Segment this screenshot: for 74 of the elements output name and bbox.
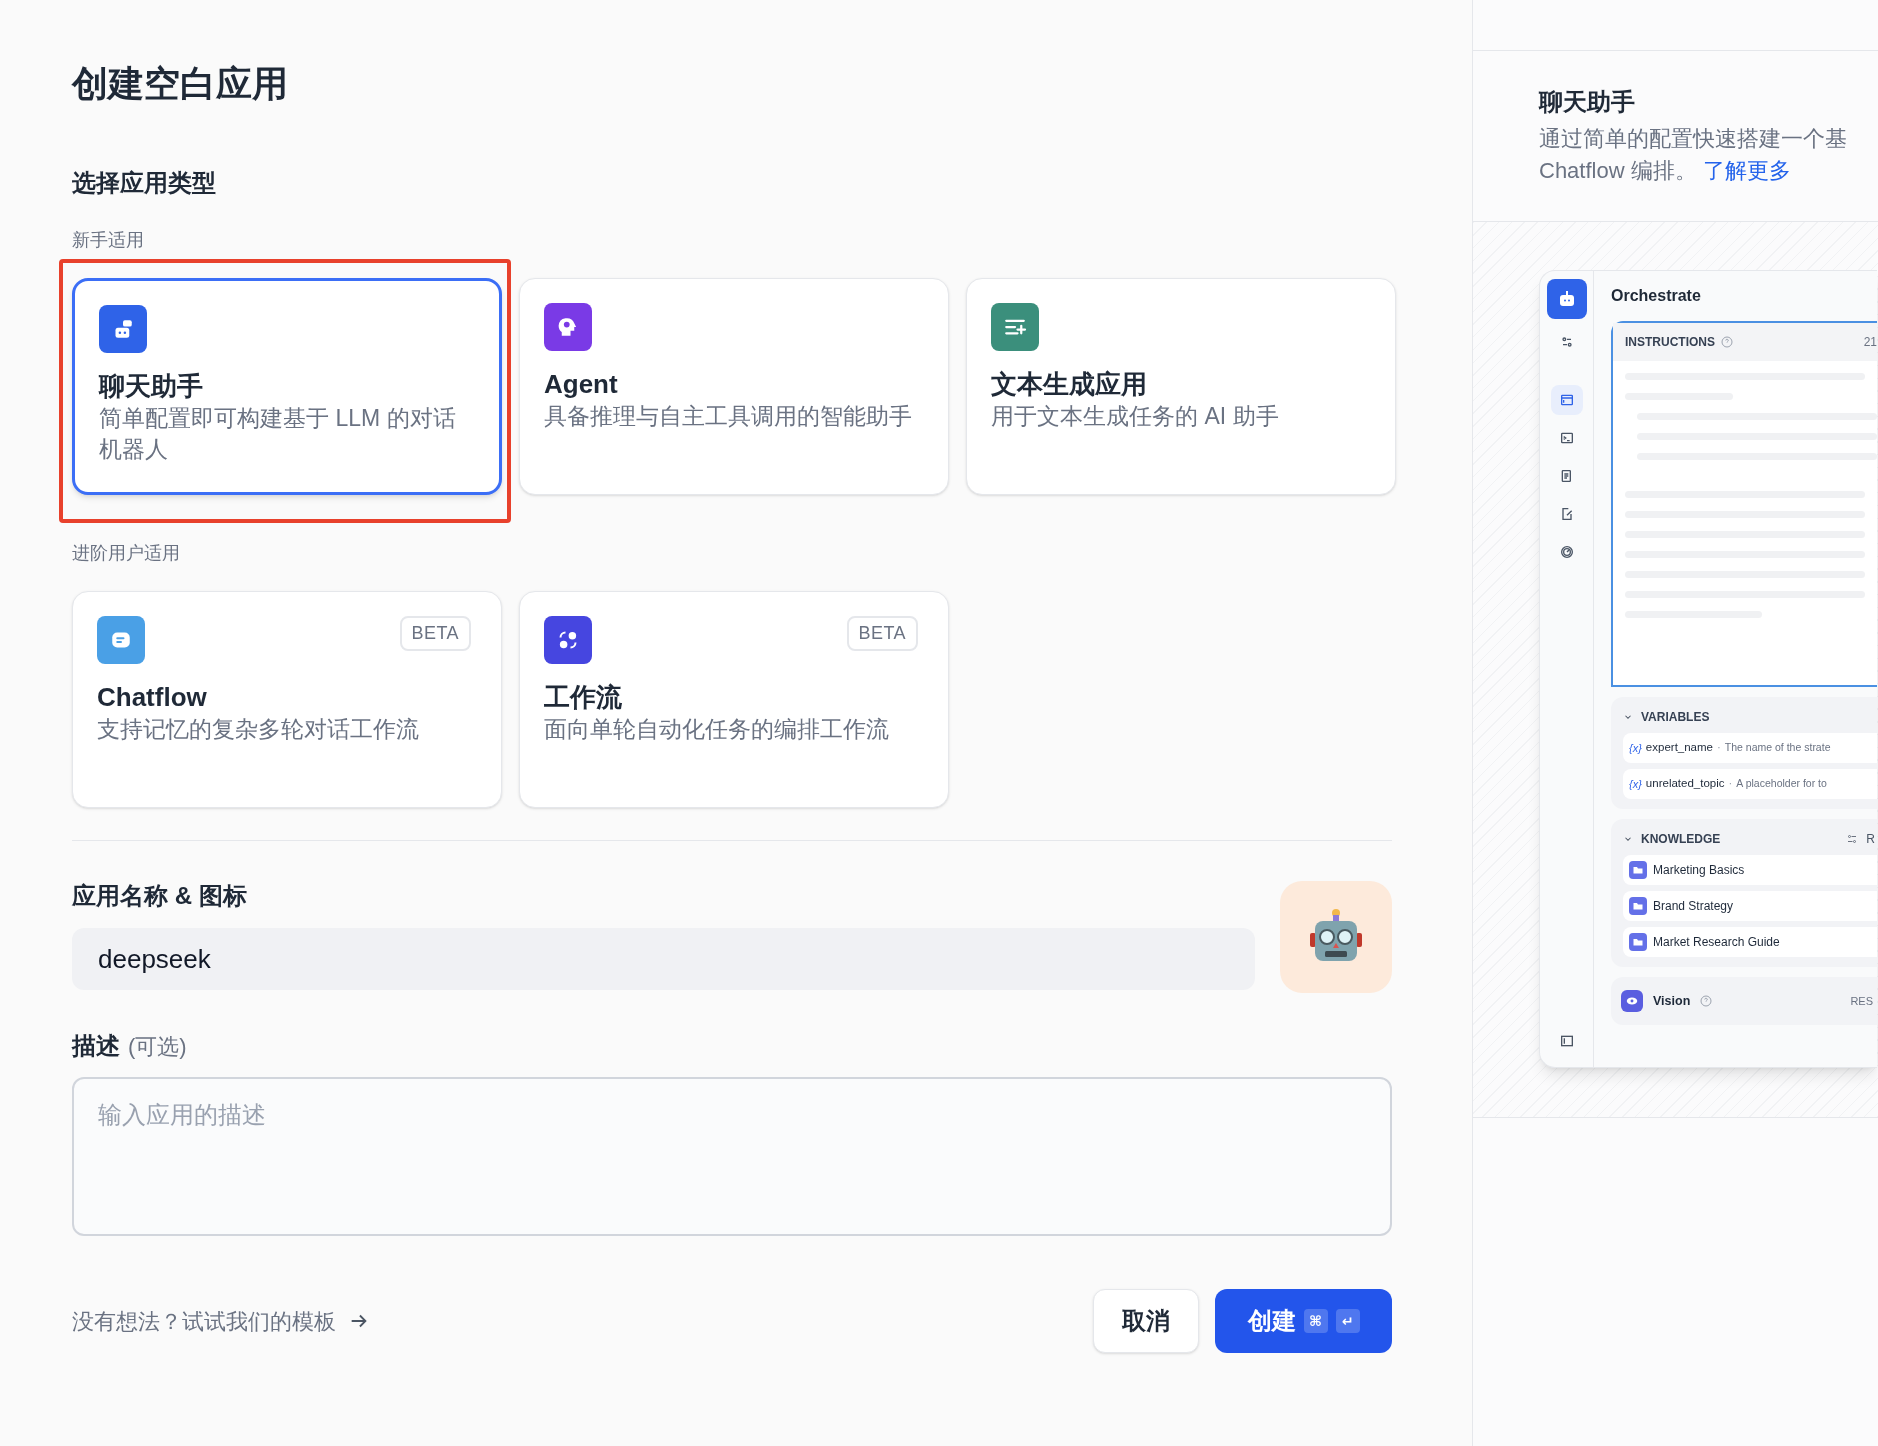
card-title: Agent — [544, 368, 619, 401]
variable-row[interactable]: {x} unrelated_topic · A placeholder for to — [1623, 769, 1877, 799]
app-logo-icon — [1546, 279, 1587, 319]
card-title: 聊天助手 — [99, 370, 204, 403]
instructions-label: INSTRUCTIONS — [1625, 334, 1715, 351]
variable-icon: {x} — [1629, 775, 1642, 793]
page-title: 创建空白应用 — [72, 62, 289, 106]
variables-label: VARIABLES — [1641, 709, 1710, 726]
folder-icon — [1629, 897, 1647, 915]
field-label: 应用名称 & 图标 — [72, 881, 248, 911]
card-title: 工作流 — [544, 681, 623, 714]
app-type-card[interactable]: BETA Chatflow 支持记忆的复杂多轮对话工作流 — [72, 591, 502, 808]
folder-icon — [1629, 861, 1647, 879]
app-type-card[interactable]: 文本生成应用 用于文本生成任务的 AI 助手 — [966, 278, 1396, 495]
variable-row[interactable]: {x} expert_name · The name of the strate — [1623, 733, 1877, 763]
template-link[interactable]: 没有想法？试试我们的模板 — [72, 1304, 370, 1338]
app-type-icon — [544, 303, 592, 351]
card-description: 具备推理与自主工具调用的智能助手 — [544, 402, 913, 431]
card-title: Chatflow — [97, 681, 208, 714]
variable-description: A placeholder for to — [1736, 776, 1827, 792]
resolution-label: RES — [1850, 993, 1874, 1009]
dataset-name: Brand Strategy — [1653, 898, 1734, 915]
folder-icon — [1629, 933, 1647, 951]
dataset-name: Market Research Guide — [1653, 934, 1780, 951]
optional-hint: (可选) — [128, 1033, 187, 1061]
card-description: 简单配置即可构建基于 LLM 的对话机器人 — [99, 404, 457, 464]
separator-dot: · — [1717, 740, 1721, 756]
variable-icon: {x} — [1629, 739, 1642, 757]
shortcut-key: ⌘ — [1303, 1309, 1328, 1333]
vision-label: Vision — [1653, 992, 1691, 1010]
character-count: 21 — [1863, 334, 1877, 351]
app-type-icon — [544, 616, 592, 664]
preview-title: 聊天助手 — [1539, 87, 1636, 117]
card-title: 文本生成应用 — [991, 368, 1148, 401]
knowledge-row[interactable]: Marketing Basics — [1623, 855, 1877, 885]
variable-name: expert_name — [1645, 740, 1713, 756]
settings-icon[interactable] — [1846, 833, 1859, 845]
app-type-icon — [99, 305, 147, 353]
beta-badge: BETA — [399, 616, 471, 651]
learn-more-link[interactable]: 了解更多 — [1702, 158, 1791, 183]
card-description: 支持记忆的复杂多轮对话工作流 — [97, 715, 420, 744]
app-type-icon — [97, 616, 145, 664]
card-description: 用于文本生成任务的 AI 助手 — [991, 402, 1280, 431]
create-button[interactable]: 创建 ⌘ ↵ — [1215, 1289, 1392, 1353]
dataset-name: Marketing Basics — [1653, 862, 1745, 879]
help-icon — [1721, 336, 1733, 348]
variable-description: The name of the strate — [1724, 740, 1831, 756]
variable-name: unrelated_topic — [1645, 776, 1725, 792]
preview-description: 通过简单的配置快速搭建一个基 Chatflow 编排。 了解更多 — [1539, 125, 1848, 185]
group-label: 进阶用户适用 — [72, 542, 181, 565]
section-heading: 选择应用类型 — [72, 168, 217, 198]
shortcut-key: ↵ — [1335, 1309, 1360, 1333]
app-icon-button[interactable] — [1280, 881, 1392, 993]
app-type-card[interactable]: 聊天助手 简单配置即可构建基于 LLM 的对话机器人 — [72, 278, 502, 495]
group-label: 新手适用 — [72, 229, 145, 252]
app-type-icon — [991, 303, 1039, 351]
help-icon — [1700, 995, 1713, 1007]
eye-icon — [1621, 990, 1643, 1012]
app-name-input[interactable]: deepseek — [72, 928, 1255, 990]
knowledge-label: KNOWLEDGE — [1641, 831, 1721, 848]
separator-dot: · — [1728, 776, 1733, 792]
nav-icon[interactable] — [1550, 385, 1583, 415]
description-textarea[interactable]: 输入应用的描述 — [72, 1077, 1392, 1236]
app-type-card[interactable]: Agent 具备推理与自主工具调用的智能助手 — [519, 278, 949, 495]
knowledge-row[interactable]: Market Research Guide — [1623, 927, 1877, 957]
field-label: 描述 — [72, 1031, 120, 1061]
beta-badge: BETA — [846, 616, 918, 651]
orchestrate-heading: Orchestrate — [1611, 286, 1702, 306]
card-description: 面向单轮自动化任务的编排工作流 — [544, 715, 890, 744]
cancel-button[interactable]: 取消 — [1093, 1289, 1199, 1353]
knowledge-row[interactable]: Brand Strategy — [1623, 891, 1877, 921]
sidebar-toggle-icon[interactable] — [1558, 1033, 1575, 1049]
retrieval-label: R — [1866, 831, 1876, 848]
app-type-card[interactable]: BETA 工作流 面向单轮自动化任务的编排工作流 — [519, 591, 949, 808]
